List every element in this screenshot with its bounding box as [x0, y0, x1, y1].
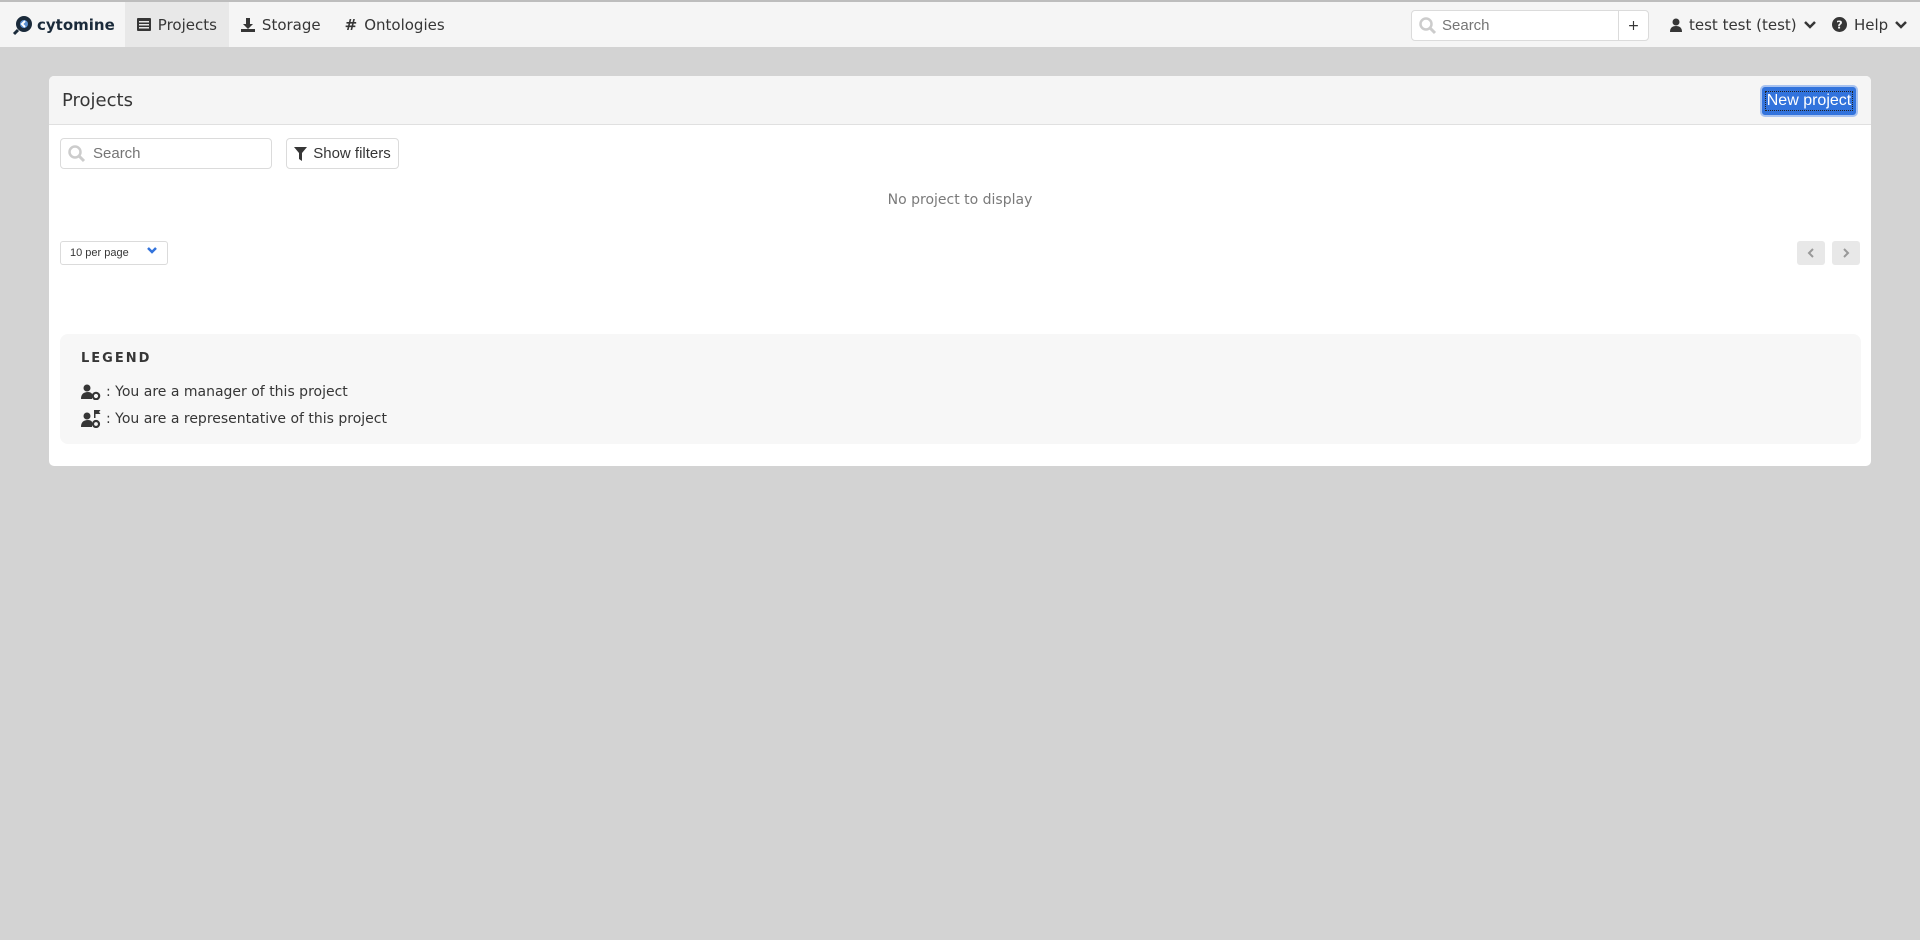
filter-icon	[294, 146, 308, 161]
next-page-button[interactable]	[1832, 241, 1860, 265]
legend: LEGEND : You are a manager of this proje…	[60, 334, 1861, 444]
global-search-input[interactable]	[1412, 11, 1618, 40]
project-search-input[interactable]	[61, 139, 271, 168]
search-icon	[68, 145, 86, 163]
show-filters-button[interactable]: Show filters	[286, 138, 399, 169]
chevron-down-icon	[1895, 20, 1908, 29]
show-filters-label: Show filters	[313, 145, 391, 162]
project-search	[60, 138, 272, 169]
new-project-button[interactable]: New project	[1760, 85, 1858, 117]
download-icon	[240, 17, 255, 32]
tab-label: Storage	[261, 15, 321, 34]
per-page-value: 10 per page	[70, 247, 129, 259]
user-name: test test (test)	[1689, 15, 1797, 34]
projects-panel: Projects New project Show filters No pro…	[49, 76, 1871, 466]
svg-text:?: ?	[1836, 19, 1842, 32]
legend-title: LEGEND	[81, 351, 152, 366]
chevron-down-icon	[1803, 20, 1816, 29]
tab-projects[interactable]: Projects	[124, 2, 229, 47]
legend-item: : You are a representative of this proje…	[81, 405, 1840, 432]
tab-ontologies[interactable]: # Ontologies	[333, 2, 457, 47]
user-icon	[1670, 18, 1682, 32]
global-search: +	[1411, 10, 1649, 41]
tab-storage[interactable]: Storage	[229, 2, 333, 47]
list-icon	[136, 18, 151, 31]
search-add-button[interactable]: +	[1618, 11, 1648, 40]
help-menu[interactable]: ? Help	[1832, 2, 1908, 47]
chevron-left-icon	[1807, 248, 1814, 258]
brand-logo[interactable]: cytomine	[0, 2, 125, 47]
legend-text: : You are a representative of this proje…	[106, 410, 387, 427]
navbar: cytomine Projects Storage # Ontologies +…	[0, 0, 1920, 47]
chevron-down-icon	[147, 247, 157, 254]
new-project-label: New project	[1764, 91, 1854, 111]
cytomine-logo-icon	[12, 15, 32, 35]
page-title: Projects	[62, 89, 133, 111]
per-page-select[interactable]: 10 per page	[60, 241, 168, 265]
empty-message: No project to display	[887, 192, 1033, 208]
question-circle-icon: ?	[1832, 17, 1847, 32]
user-cog-icon	[81, 384, 101, 400]
brand-name: cytomine	[37, 15, 115, 34]
search-icon	[1419, 17, 1437, 35]
legend-text: : You are a manager of this project	[106, 383, 348, 400]
user-flag-icon	[81, 409, 101, 428]
previous-page-button[interactable]	[1797, 241, 1825, 265]
chevron-right-icon	[1843, 248, 1850, 258]
user-menu[interactable]: test test (test)	[1670, 2, 1816, 47]
legend-item: : You are a manager of this project	[81, 378, 1840, 405]
panel-header: Projects	[49, 76, 1871, 125]
tab-label: Projects	[157, 15, 217, 34]
tab-label: Ontologies	[364, 15, 445, 34]
help-label: Help	[1854, 15, 1889, 34]
hashtag-icon: #	[344, 15, 358, 34]
